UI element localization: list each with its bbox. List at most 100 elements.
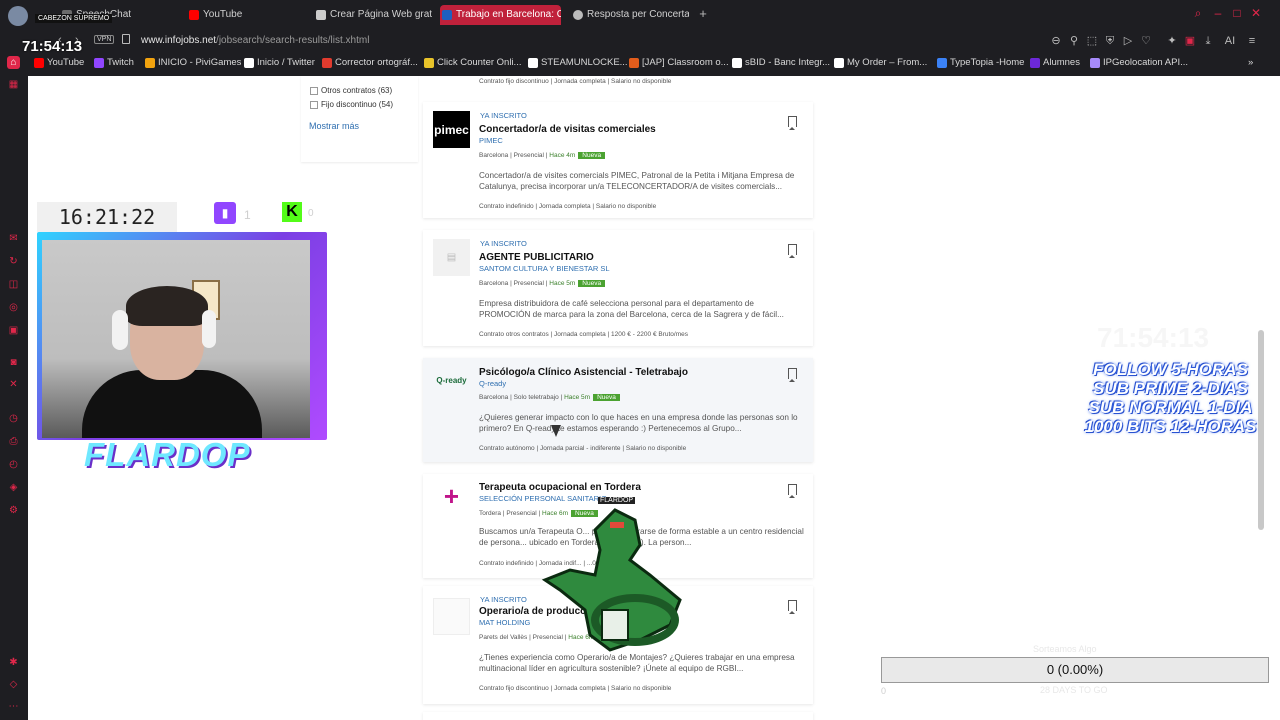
bookmark-ipgeolocation[interactable]: IPGeolocation API... <box>1090 57 1188 68</box>
bookmark-corrector[interactable]: Corrector ortográf... <box>322 57 418 68</box>
company-name[interactable]: PIMEC <box>479 136 503 145</box>
discord-icon[interactable]: ◙ <box>7 356 20 369</box>
save-offer-icon[interactable] <box>788 484 797 498</box>
pin-icon[interactable]: ⚲ <box>1067 34 1081 48</box>
bookmark-my-order[interactable]: My Order – From... <box>834 57 927 68</box>
downloads-icon[interactable]: ⎙ <box>7 435 20 448</box>
bookmark-alumnes[interactable]: Alumnes <box>1030 57 1080 68</box>
order-icon <box>834 58 844 68</box>
maximize-icon[interactable]: □ <box>1230 6 1244 20</box>
x-sidebar-icon[interactable]: ✕ <box>7 378 20 391</box>
infojobs-icon <box>442 10 452 20</box>
typetopia-icon <box>937 58 947 68</box>
browser-avatar-icon[interactable] <box>8 6 28 26</box>
tab-resposta[interactable]: Resposta per Concertador <box>571 5 689 25</box>
wallet-icon[interactable]: ▣ <box>1183 34 1197 48</box>
extensions-icon[interactable]: ✦ <box>1165 34 1179 48</box>
reward-line: FOLLOW 5-HORAS <box>1093 360 1248 379</box>
player-icon[interactable]: ▣ <box>7 324 20 337</box>
close-window-icon[interactable]: ✕ <box>1249 6 1263 20</box>
company-name[interactable]: MAT HOLDING <box>479 618 530 627</box>
url-field[interactable]: www.infojobs.net/jobsearch/search-result… <box>141 35 369 46</box>
snapshot-icon[interactable]: ⬚ <box>1085 34 1099 48</box>
applied-label: YA INSCRITO <box>480 239 527 248</box>
url-path: /jobsearch/search-results/list.xhtml <box>216 35 370 46</box>
job-footer: Contrato autónomo | Jornada parcial - in… <box>479 445 687 452</box>
save-offer-icon[interactable] <box>788 116 797 130</box>
shield-icon[interactable]: ⛨ <box>1103 34 1117 48</box>
history-icon[interactable]: ↻ <box>7 255 20 268</box>
sbid-icon <box>732 58 742 68</box>
tab-infojobs-active[interactable]: Trabajo en Barcelona: Ofe <box>440 5 561 25</box>
job-offer-card[interactable] <box>423 712 813 720</box>
job-title[interactable]: AGENTE PUBLICITARIO <box>479 252 594 263</box>
settings-icon[interactable]: ⚙ <box>7 504 20 517</box>
bookmark-click-counter[interactable]: Click Counter Onli... <box>424 57 521 68</box>
new-badge: Nueva <box>578 280 606 287</box>
filter-otros-contratos[interactable]: Otros contratos (63) <box>310 86 392 95</box>
job-offer-card[interactable]: ▤ YA INSCRITO AGENTE PUBLICITARIO SANTOM… <box>423 230 813 346</box>
tab-crear-pagina[interactable]: Crear Página Web gratis <box>314 5 432 25</box>
classroom-icon <box>629 58 639 68</box>
aria-ai-button[interactable]: AI <box>1219 34 1241 48</box>
faded-clock: 71:54:13 <box>1097 322 1210 353</box>
vpn-badge[interactable]: VPN <box>94 35 115 44</box>
job-description: ¿Quieres generar impacto con lo que hace… <box>479 413 798 433</box>
bookmark-pivigames[interactable]: INICIO - PiviGames <box>145 57 241 68</box>
menu-icon[interactable]: ≡ <box>1245 34 1259 48</box>
streamer-name: FLARDOP <box>84 436 251 473</box>
pinboard-icon[interactable]: ◈ <box>7 481 20 494</box>
location-icon <box>1090 58 1100 68</box>
new-badge: Nueva <box>593 394 620 401</box>
twitch-viewer-count: 1 <box>244 208 251 222</box>
company-logo: Q-ready <box>436 376 467 385</box>
goal-date: 28 DAYS TO GO <box>1040 685 1108 695</box>
job-meta: Barcelona | Presencial | Hace 4m Nueva <box>479 152 606 159</box>
extension-icon[interactable]: ◫ <box>7 278 20 291</box>
bookmark-twitter[interactable]: Inicio / Twitter <box>244 57 315 68</box>
tab-youtube[interactable]: YouTube <box>187 5 307 25</box>
save-offer-icon[interactable] <box>788 600 797 614</box>
speed-dial-icon[interactable]: ▦ <box>7 78 20 91</box>
new-tab-button[interactable]: + <box>696 7 710 21</box>
job-description: ¿Tienes experiencia como Operario/a de M… <box>479 653 795 673</box>
easy-files-icon[interactable]: ▷ <box>1121 34 1135 48</box>
opera-icon[interactable]: ✱ <box>7 656 20 669</box>
gx-icon[interactable]: ◇ <box>7 678 20 691</box>
show-more-link[interactable]: Mostrar más <box>309 121 359 131</box>
messenger-icon[interactable]: ✉ <box>7 232 20 245</box>
job-offer-card[interactable]: Q-ready Psicólogo/a Clínico Asistencial … <box>423 358 813 462</box>
more-bookmarks-button[interactable]: » <box>1248 57 1253 68</box>
job-title[interactable]: Concertador/a de visitas comerciales <box>479 124 656 135</box>
instagram-icon[interactable]: ◎ <box>7 301 20 314</box>
download-icon[interactable]: ⤓ <box>1201 34 1215 48</box>
minimize-icon[interactable]: – <box>1211 6 1225 20</box>
job-title[interactable]: Psicólogo/a Clínico Asistencial - Teletr… <box>479 367 688 378</box>
company-name[interactable]: Q-ready <box>479 379 506 388</box>
zoom-icon[interactable]: ⊖ <box>1049 34 1063 48</box>
home-icon[interactable]: ⌂ <box>7 56 20 69</box>
more-icon[interactable]: ⋯ <box>7 700 20 713</box>
bookmark-typetopia[interactable]: TypeTopia -Home <box>937 57 1024 68</box>
job-offer-card[interactable]: pimec YA INSCRITO Concertador/a de visit… <box>423 102 813 218</box>
mouse-cursor <box>551 425 561 437</box>
bookmark-twitch[interactable]: Twitch <box>94 57 134 68</box>
bookmark-youtube[interactable]: YouTube <box>34 57 84 68</box>
job-title[interactable]: Terapeuta ocupacional en Tordera <box>479 482 641 493</box>
bookmarks-bar: YouTube Twitch INICIO - PiviGames Inicio… <box>28 54 1280 74</box>
save-offer-icon[interactable] <box>788 368 797 382</box>
clock-icon[interactable]: ◷ <box>7 412 20 425</box>
search-tabs-icon[interactable]: ⌕ <box>1191 6 1205 20</box>
filter-fijo-discontinuo[interactable]: Fijo discontinuo (54) <box>310 100 393 109</box>
bookmark-sbid[interactable]: sBID - Banc Integr... <box>732 57 830 68</box>
save-offer-icon[interactable] <box>788 244 797 258</box>
timer-icon[interactable]: ◴ <box>7 458 20 471</box>
bookmark-classroom[interactable]: [JAP] Classroom o... <box>629 57 729 68</box>
goal-start: 0 <box>881 686 887 696</box>
browser-sidebar: ⌂ ▦ ✉ ↻ ◫ ◎ ▣ ◙ ✕ ◷ ⎙ ◴ ◈ ⚙ ✱ ◇ ⋯ <box>0 52 28 720</box>
alumnes-icon <box>1030 58 1040 68</box>
headphone-left <box>112 310 128 350</box>
company-name[interactable]: SANTOM CULTURA Y BIENESTAR SL <box>479 264 610 273</box>
bookmark-steamunlocked[interactable]: STEAMUNLOCKE... <box>528 57 628 68</box>
heart-icon[interactable]: ♡ <box>1139 34 1153 48</box>
